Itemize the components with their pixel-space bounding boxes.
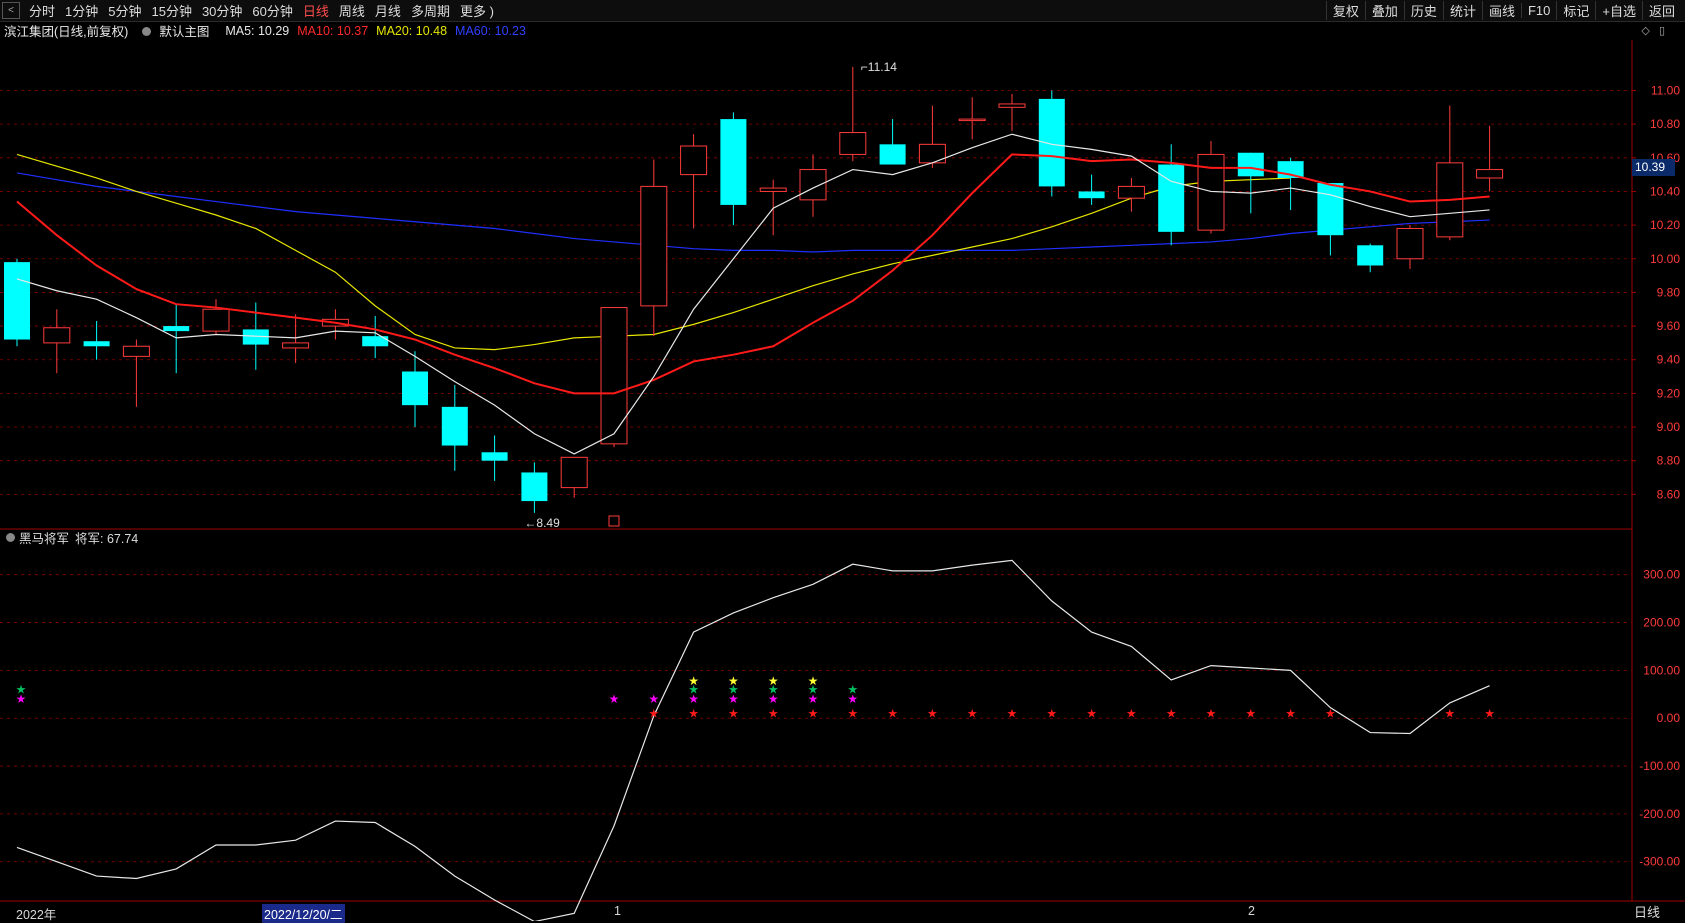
signal-star-red-32: ★ bbox=[1285, 706, 1296, 720]
candle-body-11 bbox=[441, 406, 468, 446]
candle-body-13 bbox=[521, 472, 548, 502]
y-tick-label-6: 9.80 bbox=[1657, 285, 1681, 299]
ma5-line bbox=[16, 133, 1490, 455]
y-tick-label-11: 10.80 bbox=[1650, 117, 1680, 131]
candle-body-12 bbox=[481, 452, 508, 461]
candle-body-19 bbox=[759, 187, 787, 192]
x-label-month-1: 1 bbox=[614, 904, 621, 918]
general-indicator-line bbox=[16, 559, 1490, 921]
candle-body-18 bbox=[720, 119, 747, 205]
x-label-year: 2022年 bbox=[16, 908, 57, 922]
ind-tick-label-4: 100.00 bbox=[1643, 663, 1680, 677]
signal-star-red-36: ★ bbox=[1444, 706, 1455, 720]
candle-body-2 bbox=[83, 341, 110, 347]
candle-body-35 bbox=[1396, 227, 1424, 260]
ind-tick-label-0: -300.00 bbox=[1639, 855, 1680, 869]
candle-body-10 bbox=[402, 371, 428, 406]
candle-body-29 bbox=[1158, 164, 1185, 232]
price-annotation-1: ←8.49 bbox=[524, 516, 560, 530]
ind-tick-label-3: 0.00 bbox=[1657, 711, 1681, 725]
candle-body-24 bbox=[958, 118, 986, 122]
signal-star-red-20: ★ bbox=[808, 706, 819, 720]
y-tick-label-7: 10.00 bbox=[1650, 252, 1680, 266]
y-tick-label-4: 9.40 bbox=[1657, 353, 1681, 367]
signal-star-red-24: ★ bbox=[967, 706, 978, 720]
candle-body-17 bbox=[680, 145, 708, 176]
y-tick-label-1: 8.80 bbox=[1657, 454, 1681, 468]
signal-star-red-31: ★ bbox=[1245, 706, 1256, 720]
signal-star-magenta-15: ★ bbox=[609, 692, 620, 706]
signal-star-red-21: ★ bbox=[847, 706, 858, 720]
signal-star-red-27: ★ bbox=[1086, 706, 1097, 720]
ind-tick-label-5: 200.00 bbox=[1643, 616, 1680, 630]
signal-star-green-21: ★ bbox=[847, 683, 858, 697]
candle-body-28 bbox=[1117, 185, 1145, 199]
candle-body-33 bbox=[1317, 183, 1344, 236]
candle-body-3 bbox=[122, 345, 150, 357]
signal-star-red-28: ★ bbox=[1126, 706, 1137, 720]
candle-body-25 bbox=[998, 103, 1026, 108]
x-label-cursor-date: 2022/12/20/二 bbox=[262, 904, 345, 923]
signal-star-red-33: ★ bbox=[1325, 706, 1336, 720]
signal-star-red-17: ★ bbox=[688, 706, 699, 720]
x-label-month-2: 2 bbox=[1248, 904, 1255, 918]
candle-body-22 bbox=[879, 144, 906, 165]
signal-star-red-30: ★ bbox=[1206, 706, 1217, 720]
candle-body-15 bbox=[600, 307, 628, 445]
signal-star-red-22: ★ bbox=[887, 706, 898, 720]
candle-body-1 bbox=[43, 327, 71, 344]
candle-body-5 bbox=[202, 308, 230, 332]
ma60-line bbox=[16, 172, 1490, 253]
signal-star-red-37: ★ bbox=[1484, 706, 1495, 720]
candle-body-37 bbox=[1476, 169, 1504, 179]
signal-star-red-18: ★ bbox=[728, 706, 739, 720]
candle-body-31 bbox=[1237, 152, 1264, 177]
y-tick-label-9: 10.40 bbox=[1650, 184, 1680, 198]
ind-tick-label-2: -100.00 bbox=[1639, 759, 1680, 773]
signal-star-yellow-18: ★ bbox=[728, 674, 739, 688]
candle-body-4 bbox=[163, 326, 190, 332]
y-tick-label-0: 8.60 bbox=[1657, 487, 1681, 501]
y-tick-label-8: 10.20 bbox=[1650, 218, 1680, 232]
signal-star-green-0: ★ bbox=[16, 683, 27, 697]
y-tick-label-2: 9.00 bbox=[1657, 420, 1681, 434]
candle-body-26 bbox=[1038, 98, 1065, 187]
candle-body-14 bbox=[560, 456, 588, 489]
signal-star-red-25: ★ bbox=[1007, 706, 1018, 720]
signal-star-red-26: ★ bbox=[1046, 706, 1057, 720]
candle-body-34 bbox=[1357, 245, 1384, 266]
ind-tick-label-1: -200.00 bbox=[1639, 807, 1680, 821]
candle-body-20 bbox=[799, 169, 827, 201]
time-axis: 2022年 2022/12/20/二 1 2 bbox=[0, 901, 1685, 923]
candle-body-0 bbox=[4, 262, 30, 340]
last-price-tag: 10.39 bbox=[1632, 159, 1675, 176]
candle-body-7 bbox=[282, 342, 310, 349]
price-annotation-0: ⌐11.14 bbox=[861, 60, 897, 74]
ind-tick-label-6: 300.00 bbox=[1643, 568, 1680, 582]
y-tick-label-5: 9.60 bbox=[1657, 319, 1681, 333]
y-tick-label-3: 9.20 bbox=[1657, 386, 1681, 400]
candle-body-21 bbox=[839, 132, 867, 155]
stock-chart[interactable]: 8.608.809.009.209.409.609.8010.0010.2010… bbox=[0, 0, 1685, 921]
signal-star-red-23: ★ bbox=[927, 706, 938, 720]
candle-body-27 bbox=[1078, 191, 1105, 199]
signal-star-yellow-20: ★ bbox=[808, 674, 819, 688]
limit-up-marker bbox=[608, 515, 620, 527]
signal-star-yellow-19: ★ bbox=[768, 674, 779, 688]
signal-star-red-29: ★ bbox=[1166, 706, 1177, 720]
candle-body-23 bbox=[918, 143, 946, 164]
signal-star-red-16: ★ bbox=[648, 706, 659, 720]
signal-star-yellow-17: ★ bbox=[688, 674, 699, 688]
signal-star-magenta-16: ★ bbox=[648, 692, 659, 706]
candle-body-16 bbox=[640, 185, 668, 307]
y-tick-label-12: 11.00 bbox=[1651, 83, 1680, 97]
signal-star-red-19: ★ bbox=[768, 706, 779, 720]
